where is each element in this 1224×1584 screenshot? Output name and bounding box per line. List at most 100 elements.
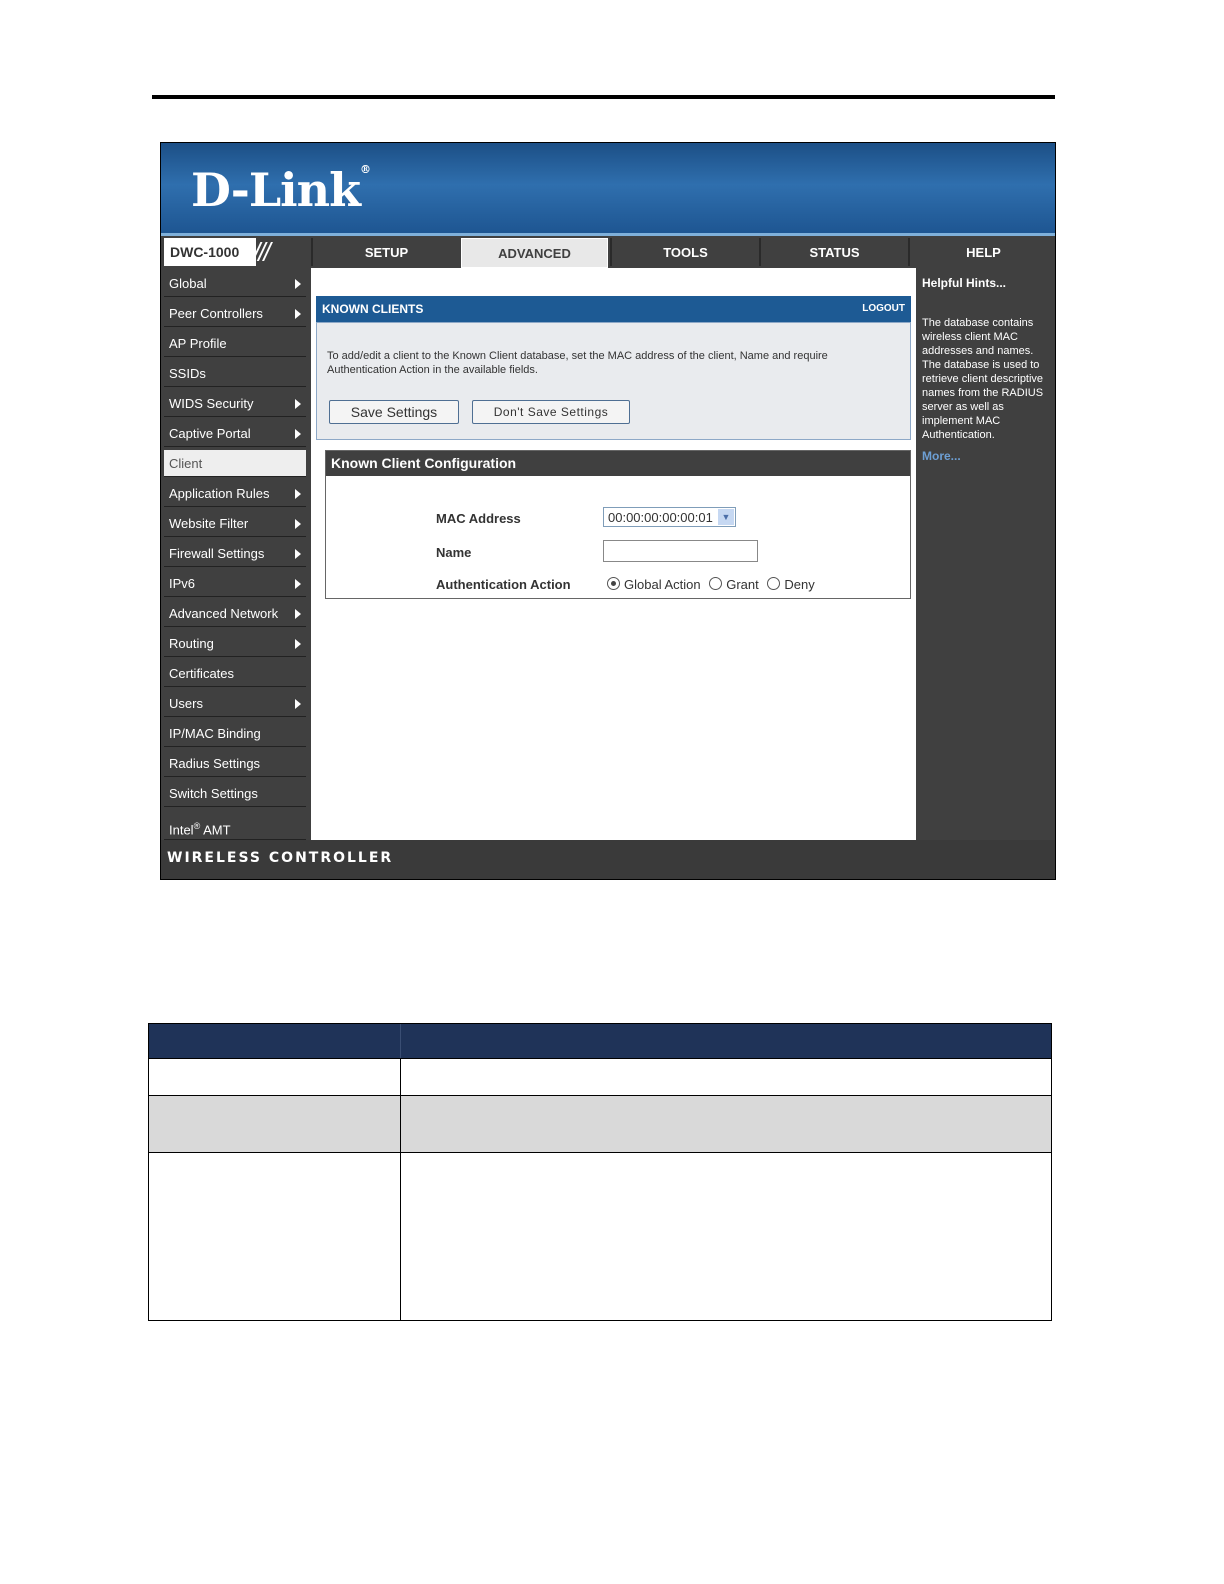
description-table [148,1023,1052,1321]
known-clients-panel: To add/edit a client to the Known Client… [316,322,911,440]
sidebar-item-label: Advanced Network [169,606,279,621]
arrow-right-icon [295,579,301,589]
slash-decoration-icon: /// [253,237,271,267]
save-settings-button[interactable]: Save Settings [329,400,459,424]
footer-text: WIRELESS CONTROLLER [167,850,394,866]
radio-global-action-label: Global Action [624,577,701,592]
registered-mark-icon: ® [359,163,371,176]
known-clients-header: KNOWN CLIENTS LOGOUT [316,296,911,322]
main-content: KNOWN CLIENTS LOGOUT To add/edit a clien… [311,268,916,840]
model-label: DWC-1000 [164,238,256,266]
sidebar-item-label: Global [169,276,207,291]
known-client-config-panel: Known Client Configuration MAC Address 0… [325,450,911,599]
sidebar-item-ipv6[interactable]: IPv6 [164,570,306,597]
help-panel: Helpful Hints... The database contains w… [918,268,1055,840]
radio-deny-label: Deny [784,577,815,592]
mac-address-value: 00:00:00:00:00:01 [608,510,713,525]
sidebar-item-ip-mac-binding[interactable]: IP/MAC Binding [164,720,306,747]
table-row [149,1058,1051,1095]
sidebar-item-routing[interactable]: Routing [164,630,306,657]
logo-text: D-Link [191,163,361,217]
sidebar-item-suffix: AMT [200,822,231,838]
sidebar-item-label: Application Rules [169,486,270,501]
sidebar-item-label: Switch Settings [169,786,258,801]
column-divider [400,1153,401,1320]
sidebar-item-peer-controllers[interactable]: Peer Controllers [164,300,306,327]
sidebar-item-global[interactable]: Global [164,270,306,297]
radio-grant-label: Grant [726,577,759,592]
sidebar-item-label: IPv6 [169,576,196,591]
page-title: KNOWN CLIENTS [322,302,424,316]
sidebar-item-certificates[interactable]: Certificates [164,660,306,687]
arrow-right-icon [295,279,301,289]
radio-deny[interactable] [767,577,781,590]
config-panel-title: Known Client Configuration [326,451,910,476]
sidebar-item-label: WIDS Security [169,396,254,411]
sidebar: Global Peer Controllers AP Profile SSIDs… [161,268,309,840]
sidebar-item-label: Routing [169,636,214,651]
sidebar-item-wids-security[interactable]: WIDS Security [164,390,306,417]
name-input[interactable] [603,540,758,562]
sidebar-item-switch-settings[interactable]: Switch Settings [164,780,306,807]
sidebar-item-label: Firewall Settings [169,546,265,561]
chevron-down-icon[interactable]: ▼ [718,509,734,525]
dlink-logo: D-Link® [191,163,371,217]
sidebar-item-label: Peer Controllers [169,306,263,321]
footer-bar: WIRELESS CONTROLLER [161,840,1055,879]
top-tabs: DWC-1000 /// SETUP ADVANCED TOOLS STATUS… [161,236,1055,268]
tab-tools[interactable]: TOOLS [610,238,759,266]
sidebar-item-label: Client [169,456,203,471]
tab-advanced[interactable]: ADVANCED [461,238,608,268]
logout-link[interactable]: LOGOUT [862,296,905,322]
more-link[interactable]: More... [922,449,961,463]
ui-screenshot: D-Link® DWC-1000 /// SETUP ADVANCED TOOL… [160,142,1056,880]
help-title: Helpful Hints... [922,276,1006,290]
sidebar-item-label: Users [169,696,203,711]
sidebar-item-application-rules[interactable]: Application Rules [164,480,306,507]
sidebar-item-label: Radius Settings [169,756,261,771]
sidebar-item-ssids[interactable]: SSIDs [164,360,306,387]
tab-help[interactable]: HELP [908,238,1055,266]
table-header-row [149,1024,1051,1058]
sidebar-item-radius-settings[interactable]: Radius Settings [164,750,306,777]
arrow-right-icon [295,699,301,709]
tab-status[interactable]: STATUS [759,238,908,266]
name-label: Name [436,545,472,560]
arrow-right-icon [295,609,301,619]
sidebar-item-users[interactable]: Users [164,690,306,717]
sidebar-item-label: Captive Portal [169,426,251,441]
mac-address-select[interactable]: 00:00:00:00:00:01 ▼ [603,507,736,527]
radio-global-action[interactable] [607,577,620,590]
table-row [149,1152,1051,1320]
sidebar-item-captive-portal[interactable]: Captive Portal [164,420,306,447]
auth-action-radio-group: Global Action Grant Deny [607,577,820,592]
table-row [149,1095,1051,1152]
sidebar-item-label: Certificates [169,666,235,681]
column-divider [400,1059,401,1095]
dont-save-settings-button[interactable]: Don't Save Settings [472,400,630,424]
sidebar-item-client[interactable]: Client [164,450,306,477]
arrow-right-icon [295,429,301,439]
sidebar-item-firewall-settings[interactable]: Firewall Settings [164,540,306,567]
sidebar-item-label: Website Filter [169,516,249,531]
tab-setup[interactable]: SETUP [311,238,460,266]
sidebar-item-label: IP/MAC Binding [169,726,261,741]
column-divider [400,1024,401,1058]
help-text: The database contains wireless client MA… [922,317,1044,441]
sidebar-item-ap-profile[interactable]: AP Profile [164,330,306,357]
arrow-right-icon [295,309,301,319]
arrow-right-icon [295,549,301,559]
page-top-rule [152,95,1055,99]
arrow-right-icon [295,399,301,409]
sidebar-item-advanced-network[interactable]: Advanced Network [164,600,306,627]
sidebar-item-label: AP Profile [169,336,227,351]
header-banner: D-Link® [161,143,1055,236]
auth-action-label: Authentication Action [436,577,571,592]
arrow-right-icon [295,639,301,649]
intro-text: To add/edit a client to the Known Client… [327,350,828,376]
mac-address-label: MAC Address [436,511,521,526]
sidebar-item-intel-amt[interactable]: Intel® AMT [164,810,306,840]
arrow-right-icon [295,519,301,529]
sidebar-item-website-filter[interactable]: Website Filter [164,510,306,537]
radio-grant[interactable] [709,577,723,590]
